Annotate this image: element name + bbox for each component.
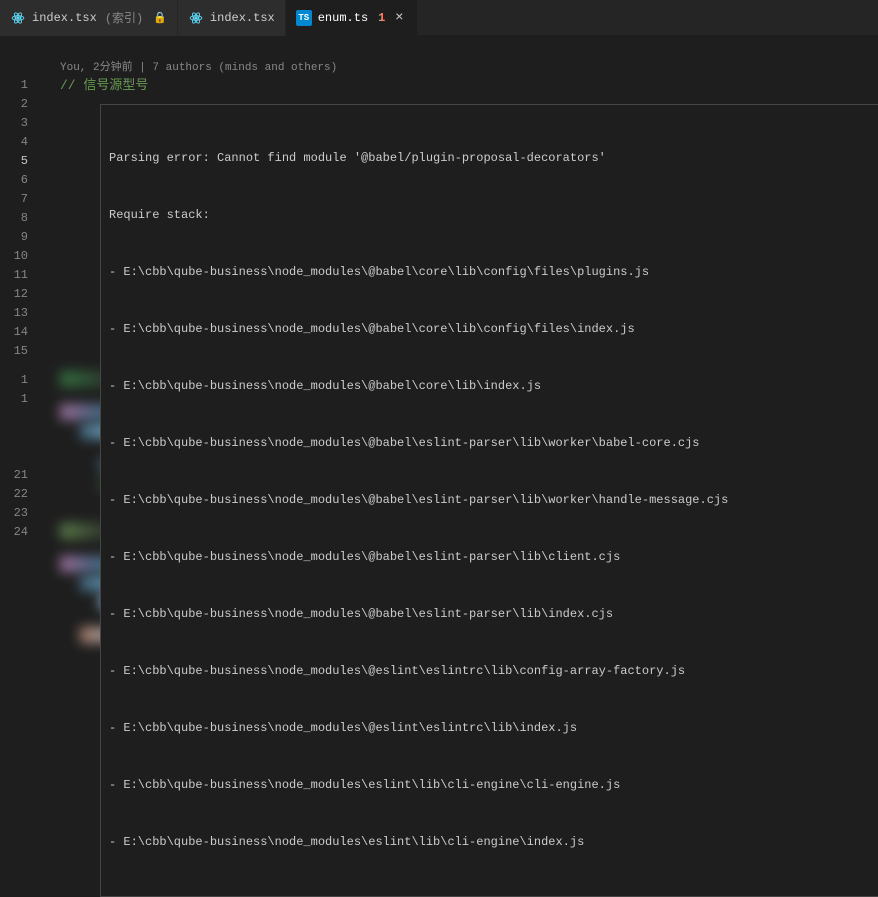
error-stack-line: - E:\cbb\qube-business\node_modules\@bab… [109,320,878,339]
line-number: 13 [0,304,28,323]
error-header: Parsing error: Cannot find module '@babe… [109,149,878,168]
tab-bar: index.tsx (索引) 🔒 index.tsx TS enum.ts 1 … [0,0,878,36]
tab-index-tsx-2[interactable]: index.tsx [178,0,286,36]
tab-label: index.tsx [210,11,275,25]
code-content[interactable]: You, 2分钟前 | 7 authors (minds and others)… [40,36,878,711]
line-number: 23 [0,504,28,523]
close-icon[interactable]: × [391,10,407,26]
line-number: 8 [0,209,28,228]
tab-label: enum.ts [318,11,368,25]
line-number: 6 [0,171,28,190]
line-number: 2 [0,95,28,114]
error-tooltip: Parsing error: Cannot find module '@babe… [100,104,878,897]
line-number: 11 [0,266,28,285]
tab-index-tsx-1[interactable]: index.tsx (索引) 🔒 [0,0,178,36]
line-number: 10 [0,247,28,266]
error-stack-line: - E:\cbb\qube-business\node_modules\esli… [109,833,878,852]
line-number: 15 [0,342,28,361]
code-line-1: // 信号源型号 [40,76,878,95]
error-stack-line: - E:\cbb\qube-business\node_modules\@bab… [109,491,878,510]
line-number: 3 [0,114,28,133]
tab-label: index.tsx [32,11,97,25]
error-stack-line: - E:\cbb\qube-business\node_modules\@bab… [109,605,878,624]
tab-error-badge: 1 [378,11,385,25]
line-number-gutter: 1 2 3 4 5 6 7 8 9 10 11 12 13 14 15 1 1 … [0,36,40,711]
tab-enum-ts[interactable]: TS enum.ts 1 × [286,0,419,36]
editor-area: 1 2 3 4 5 6 7 8 9 10 11 12 13 14 15 1 1 … [0,36,878,711]
line-number: 12 [0,285,28,304]
line-number: 1 [0,76,28,95]
line-number: 21 [0,466,28,485]
error-stack-line: - E:\cbb\qube-business\node_modules\@bab… [109,377,878,396]
line-number: 5 [0,152,28,171]
error-require-label: Require stack: [109,206,878,225]
git-blame-annotation: You, 2分钟前 | 7 authors (minds and others) [40,56,878,76]
line-number: 22 [0,485,28,504]
line-number: 24 [0,523,28,542]
react-icon [188,10,204,26]
line-number: 9 [0,228,28,247]
line-number: 14 [0,323,28,342]
lock-icon: 🔒 [153,11,167,25]
line-number: 1 [0,390,28,409]
error-stack-line: - E:\cbb\qube-business\node_modules\esli… [109,776,878,795]
line-number: 7 [0,190,28,209]
error-stack-line: - E:\cbb\qube-business\node_modules\@esl… [109,662,878,681]
line-number: 4 [0,133,28,152]
react-icon [10,10,26,26]
error-stack-line: - E:\cbb\qube-business\node_modules\@bab… [109,263,878,282]
line-number: 1 [0,371,28,390]
error-stack-line: - E:\cbb\qube-business\node_modules\@bab… [109,548,878,567]
tab-suffix: (索引) [105,9,143,26]
error-stack-line: - E:\cbb\qube-business\node_modules\@bab… [109,434,878,453]
typescript-icon: TS [296,10,312,26]
error-stack-line: - E:\cbb\qube-business\node_modules\@esl… [109,719,878,738]
